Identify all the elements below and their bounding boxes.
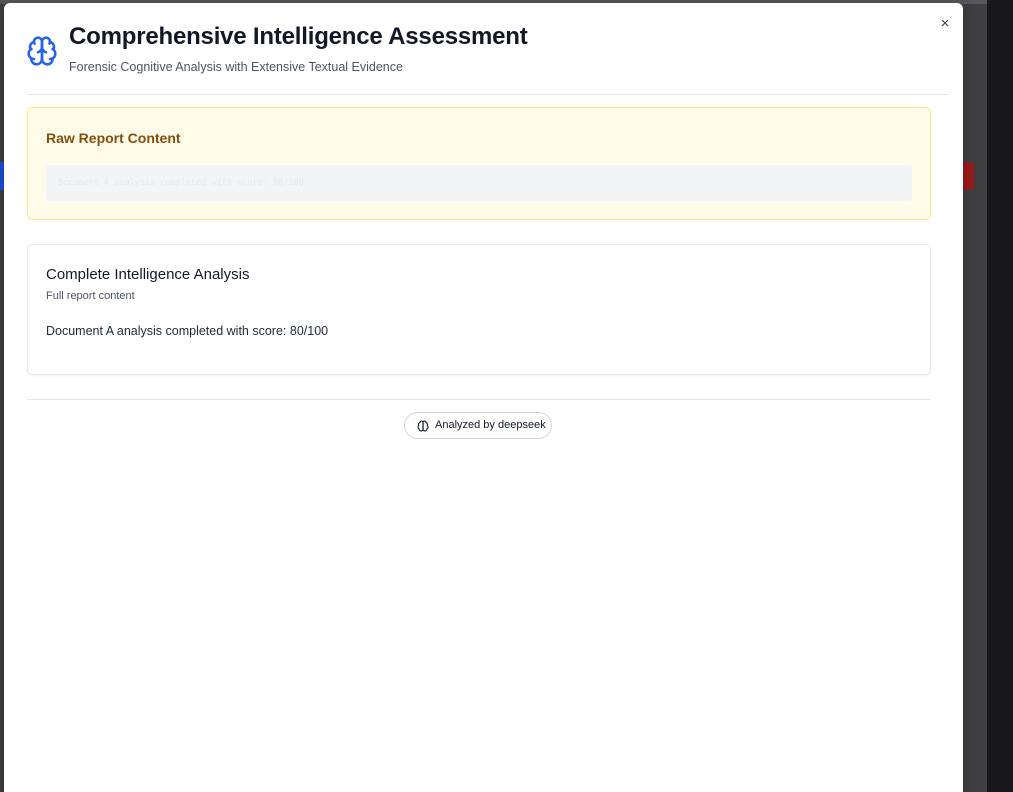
page-title: Comprehensive Intelligence Assessment [69, 23, 528, 50]
raw-report-content: Document A analysis completed with score… [58, 178, 304, 188]
brain-icon [27, 36, 57, 66]
raw-report-title: Raw Report Content [46, 130, 181, 146]
analysis-title: Complete Intelligence Analysis [46, 266, 250, 283]
close-button[interactable]: × [937, 16, 953, 32]
raw-report-card: Raw Report Content Document A analysis c… [27, 107, 931, 220]
analyzed-by-label: Analyzed by deepseek [435, 419, 546, 431]
backdrop-sidebar [987, 0, 1013, 792]
backdrop-red-element [962, 162, 974, 190]
page-subtitle: Forensic Cognitive Analysis with Extensi… [69, 60, 403, 74]
raw-report-content-box: Document A analysis completed with score… [46, 165, 912, 201]
analyzed-by-badge: Analyzed by deepseek [404, 412, 552, 439]
footer-divider [27, 399, 931, 400]
analysis-card: Complete Intelligence Analysis Full repo… [27, 244, 931, 375]
analysis-subtitle: Full report content [46, 290, 135, 302]
header-divider [27, 94, 949, 95]
analysis-body: Document A analysis completed with score… [46, 324, 329, 338]
assessment-modal: × Comprehensive Intelligence Assessment … [4, 3, 963, 792]
brain-icon [417, 420, 429, 432]
